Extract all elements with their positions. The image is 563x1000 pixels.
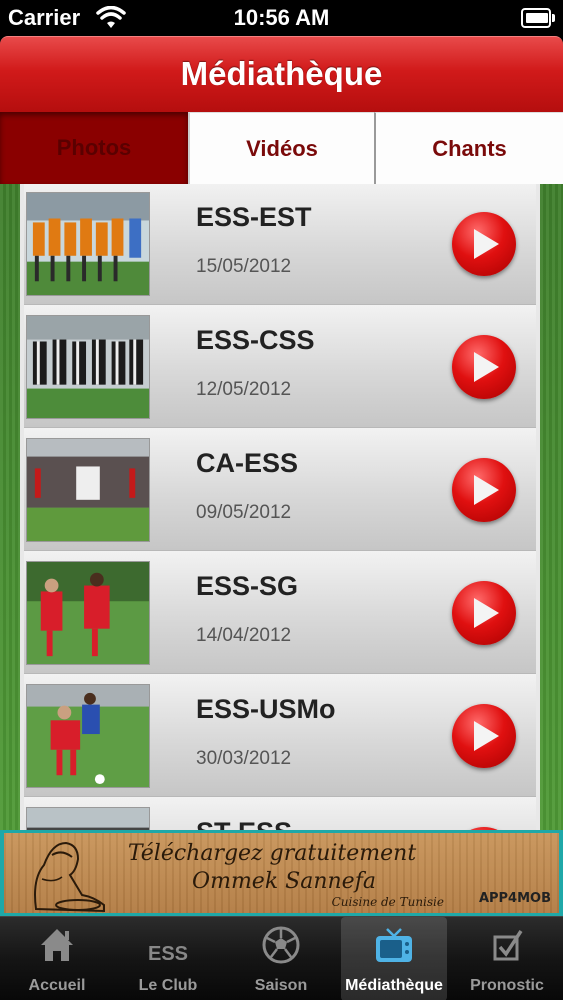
video-row[interactable]: ESS-SG 14/04/2012	[24, 551, 536, 674]
battery-icon	[521, 8, 555, 28]
tab-bar-label: Saison	[254, 977, 308, 994]
video-date: 15/05/2012	[196, 256, 292, 277]
ad-brand-logo: APP4MOB	[478, 891, 551, 906]
video-title: ESS-USMo	[196, 694, 336, 724]
video-row[interactable]: ST-ESS	[24, 797, 536, 830]
play-icon	[474, 475, 499, 505]
play-button[interactable]	[452, 212, 516, 276]
tab-bar-item-pronostic[interactable]: Pronostic	[454, 917, 560, 1000]
play-button[interactable]	[452, 581, 516, 645]
video-row[interactable]: CA-ESS 09/05/2012	[24, 428, 536, 551]
video-list-container[interactable]: ESS-EST 15/05/2012 ESS-CSS 12/05/2012 CA…	[0, 184, 563, 830]
navigation-bar: Médiathèque	[0, 36, 563, 112]
video-date: 14/04/2012	[196, 625, 292, 646]
tab-bar-item-saison[interactable]: Saison	[228, 917, 334, 1000]
ad-headline: Téléchargez gratuitement	[127, 841, 417, 866]
tab-bar-label: Médiathèque	[345, 977, 443, 994]
video-thumbnail	[26, 315, 150, 419]
ad-app-name: Ommek Sannefa	[192, 869, 376, 894]
video-title: CA-ESS	[196, 448, 299, 478]
video-row[interactable]: ESS-CSS 12/05/2012	[24, 305, 536, 428]
tab-videos[interactable]: Vidéos	[188, 112, 374, 184]
tab-bar: Accueil ESS Le Club Saison Médiathèque P…	[0, 916, 563, 1000]
play-button[interactable]	[452, 335, 516, 399]
status-bar: Carrier 10:56 AM	[0, 0, 563, 36]
tab-bar-item-accueil[interactable]: Accueil	[4, 917, 110, 1000]
chef-illustration-icon	[34, 841, 105, 913]
home-icon	[41, 929, 73, 961]
play-icon	[474, 598, 499, 628]
play-icon	[474, 229, 499, 259]
play-button[interactable]	[452, 458, 516, 522]
tab-bar-label: Accueil	[28, 977, 86, 994]
play-icon	[474, 352, 499, 382]
video-thumbnail	[26, 561, 150, 665]
ess-icon-text: ESS	[148, 943, 189, 965]
tab-bar-label: Pronostic	[470, 977, 544, 994]
video-thumbnail	[26, 192, 150, 296]
video-title: ESS-CSS	[196, 325, 315, 355]
media-tabs: Photos Vidéos Chants	[0, 112, 563, 184]
video-thumbnail	[26, 807, 150, 830]
video-list: ESS-EST 15/05/2012 ESS-CSS 12/05/2012 CA…	[20, 184, 540, 830]
video-title: ESS-SG	[196, 571, 299, 601]
play-icon	[474, 721, 499, 751]
checkbox-icon	[493, 930, 523, 961]
page-title: Médiathèque	[180, 55, 383, 92]
video-thumbnail	[26, 684, 150, 788]
tab-chants[interactable]: Chants	[374, 112, 563, 184]
ad-banner[interactable]: Téléchargez gratuitement Ommek Sannefa C…	[0, 830, 563, 916]
ess-icon: ESS	[148, 925, 188, 965]
video-thumbnail	[26, 438, 150, 542]
football-icon	[262, 926, 300, 964]
tab-photos[interactable]: Photos	[0, 112, 188, 184]
tab-bar-item-le-club[interactable]: ESS Le Club	[115, 917, 221, 1000]
video-date: 30/03/2012	[196, 748, 292, 769]
video-row[interactable]: ESS-EST 15/05/2012	[24, 184, 536, 305]
ad-content: Téléchargez gratuitement Ommek Sannefa C…	[4, 833, 559, 913]
video-date: 09/05/2012	[196, 502, 292, 523]
tab-bar-item-mediatheque[interactable]: Médiathèque	[341, 917, 447, 1000]
play-button[interactable]	[452, 704, 516, 768]
tv-icon	[376, 928, 412, 962]
video-date: 12/05/2012	[196, 379, 292, 400]
video-title: ST-ESS	[196, 817, 292, 830]
video-row[interactable]: ESS-USMo 30/03/2012	[24, 674, 536, 797]
video-title: ESS-EST	[196, 202, 312, 232]
tab-bar-label: Le Club	[138, 977, 198, 994]
status-time: 10:56 AM	[233, 5, 330, 30]
ad-tagline: Cuisine de Tunisie	[331, 895, 444, 909]
